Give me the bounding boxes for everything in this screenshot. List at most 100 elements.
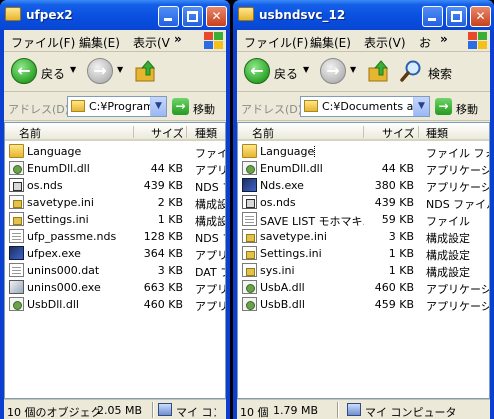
- back-dropdown-icon[interactable]: ▼: [70, 65, 76, 74]
- forward-dropdown-icon[interactable]: ▼: [117, 65, 123, 74]
- file-row[interactable]: Nds.exe 380 KB アプリケーション: [238, 177, 489, 194]
- file-row[interactable]: savetype.ini 2 KB 構成設: [5, 194, 225, 211]
- file-row[interactable]: Settings.ini 1 KB 構成設定: [238, 245, 489, 262]
- menu-overflow-chevron[interactable]: »: [440, 32, 448, 46]
- file-name-text: SAVE LIST モホマキ...: [260, 215, 364, 228]
- search-label[interactable]: 検索: [428, 65, 452, 82]
- file-type: アプリケーション: [426, 181, 490, 194]
- title-bar[interactable]: usbndsvc_12 ✕: [233, 0, 494, 30]
- file-row[interactable]: EnumDll.dll 44 KB アプリケーション: [238, 160, 489, 177]
- column-divider[interactable]: [418, 126, 419, 138]
- file-name: unins000.dat: [27, 264, 131, 277]
- close-button[interactable]: ✕: [470, 6, 491, 27]
- file-type: 構成設定: [426, 249, 470, 262]
- column-name[interactable]: 名前: [252, 125, 274, 141]
- back-button[interactable]: ←: [11, 58, 37, 84]
- file-row[interactable]: ufpex.exe 364 KB アプリケ: [5, 245, 225, 262]
- file-row[interactable]: savetype.ini 3 KB 構成設定: [238, 228, 489, 245]
- menu-file[interactable]: ファイル(F): [244, 34, 308, 51]
- setup-file-icon: [9, 280, 24, 294]
- folder-icon: [5, 7, 21, 21]
- file-file-icon: [9, 263, 24, 277]
- column-divider[interactable]: [186, 126, 187, 138]
- file-row[interactable]: os.nds 439 KB NDS ファイル: [238, 194, 489, 211]
- file-name: Language: [260, 145, 364, 158]
- file-row[interactable]: unins000.exe 663 KB アプリケ: [5, 279, 225, 296]
- forward-dropdown-icon[interactable]: ▼: [350, 65, 356, 74]
- column-type[interactable]: 種類: [195, 125, 217, 141]
- status-location: マイ コンピュータ: [176, 406, 216, 419]
- window-client: ファイル(F) 編集(E) 表示(V) お » ← 戻る ▼ → ▼ 検索 アド…: [237, 30, 490, 419]
- column-divider[interactable]: [363, 126, 364, 138]
- file-name-text: ufp_passme.nds: [27, 230, 117, 243]
- search-icon[interactable]: [400, 59, 424, 83]
- file-row[interactable]: sys.ini 1 KB 構成設定: [238, 262, 489, 279]
- file-type: ファイル: [195, 147, 225, 160]
- file-row[interactable]: EnumDll.dll 44 KB アプリケ: [5, 160, 225, 177]
- file-name-text: unins000.exe: [27, 281, 101, 294]
- file-size: 459 KB: [374, 298, 414, 311]
- file-type: アプリケーション: [426, 283, 490, 296]
- file-row[interactable]: Language ファイル フォルダ: [238, 143, 489, 160]
- column-divider[interactable]: [133, 126, 134, 138]
- go-arrow-icon[interactable]: →: [435, 98, 452, 115]
- file-row[interactable]: UsbDll.dll 460 KB アプリケ: [5, 296, 225, 313]
- column-type[interactable]: 種類: [426, 125, 448, 141]
- go-arrow-icon[interactable]: →: [172, 98, 189, 115]
- close-button[interactable]: ✕: [206, 6, 227, 27]
- back-label[interactable]: 戻る: [274, 65, 298, 82]
- menu-overflow-chevron[interactable]: »: [174, 32, 182, 46]
- file-row[interactable]: Language ファイル: [5, 143, 225, 160]
- address-input[interactable]: C:¥Program ▼: [67, 96, 167, 117]
- file-row[interactable]: UsbA.dll 460 KB アプリケーション: [238, 279, 489, 296]
- file-name: UsbA.dll: [260, 281, 364, 294]
- file-size: 44 KB: [150, 162, 183, 175]
- back-dropdown-icon[interactable]: ▼: [303, 65, 309, 74]
- column-size[interactable]: サイズ: [382, 125, 415, 141]
- folder-file-icon: [9, 144, 24, 158]
- forward-button[interactable]: →: [320, 58, 346, 84]
- file-list[interactable]: 名前 サイズ 種類 Language ファイル フォルダ EnumDll.dll 44…: [237, 122, 490, 399]
- file-row[interactable]: ufp_passme.nds 128 KB NDS ファ: [5, 228, 225, 245]
- dll-file-icon: [242, 280, 257, 294]
- menu-view[interactable]: 表示(V): [364, 34, 406, 51]
- go-label[interactable]: 移動: [193, 101, 215, 117]
- ini-file-icon: [242, 246, 257, 260]
- up-folder-icon[interactable]: [367, 59, 391, 83]
- file-row[interactable]: UsbB.dll 459 KB アプリケーション: [238, 296, 489, 313]
- file-name-text: Settings.ini: [260, 247, 322, 260]
- file-size: 59 KB: [381, 213, 414, 226]
- file-row[interactable]: unins000.dat 3 KB DAT ファ: [5, 262, 225, 279]
- column-size[interactable]: サイズ: [151, 125, 184, 141]
- address-label: アドレス(D): [241, 103, 303, 116]
- file-type: 構成設定: [426, 232, 470, 245]
- minimize-button[interactable]: [158, 6, 179, 27]
- forward-button[interactable]: →: [87, 58, 113, 84]
- address-dropdown-icon[interactable]: ▼: [413, 97, 429, 116]
- menu-bar: ファイル(F) 編集(E) 表示(V) お »: [237, 30, 490, 52]
- menu-favorites[interactable]: お: [419, 34, 431, 51]
- address-dropdown-icon[interactable]: ▼: [150, 97, 166, 116]
- column-name[interactable]: 名前: [19, 125, 41, 141]
- menu-view[interactable]: 表示(V: [133, 34, 170, 51]
- ini-file-icon: [9, 212, 24, 226]
- file-size: 460 KB: [143, 298, 183, 311]
- file-row[interactable]: Settings.ini 1 KB 構成設: [5, 211, 225, 228]
- file-row[interactable]: os.nds 439 KB NDS ファ: [5, 177, 225, 194]
- file-row[interactable]: SAVE LIST モホマキ... 59 KB ファイル: [238, 211, 489, 228]
- maximize-button[interactable]: [182, 6, 203, 27]
- menu-edit[interactable]: 編集(E): [310, 34, 351, 51]
- address-input[interactable]: C:¥Documents and ▼: [300, 96, 430, 117]
- go-label[interactable]: 移動: [456, 101, 478, 117]
- status-divider: [337, 402, 338, 418]
- back-button[interactable]: ←: [244, 58, 270, 84]
- menu-file[interactable]: ファイル(F): [11, 34, 75, 51]
- title-bar[interactable]: ufpex2 ✕: [0, 0, 230, 30]
- menu-edit[interactable]: 編集(E): [79, 34, 120, 51]
- minimize-button[interactable]: [422, 6, 443, 27]
- file-list[interactable]: 名前 サイズ 種類 Language ファイル EnumDll.dll 44 KB アプ…: [4, 122, 226, 399]
- back-label[interactable]: 戻る: [41, 65, 65, 82]
- maximize-button[interactable]: [446, 6, 467, 27]
- up-folder-icon[interactable]: [134, 59, 158, 83]
- status-object-count: 10 個のオブジェクト: [7, 406, 99, 419]
